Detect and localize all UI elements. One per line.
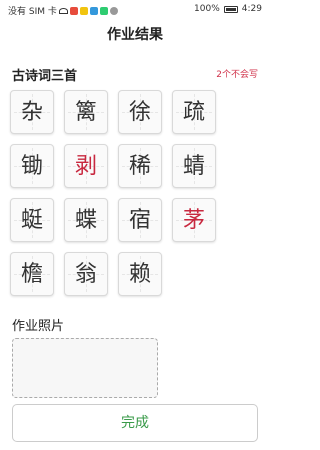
status-right: 100% 4:29 bbox=[194, 4, 262, 14]
character-cell-wrong[interactable]: 剥 bbox=[64, 144, 108, 188]
character-cell[interactable]: 稀 bbox=[118, 144, 162, 188]
character-cell[interactable]: 蜓 bbox=[10, 198, 54, 242]
app-icon bbox=[69, 6, 78, 15]
character-text: 篱 bbox=[74, 100, 97, 125]
time-text: 4:29 bbox=[241, 4, 262, 14]
character-cell[interactable]: 翁 bbox=[64, 252, 108, 296]
character-cell-wrong[interactable]: 茅 bbox=[172, 198, 216, 242]
character-cell[interactable]: 疏 bbox=[172, 90, 216, 134]
battery-text: 100% bbox=[194, 4, 220, 14]
carrier-text: 没有 SIM 卡 bbox=[8, 7, 57, 17]
character-text: 蝶 bbox=[74, 208, 97, 233]
character-cell[interactable]: 篱 bbox=[64, 90, 108, 134]
homework-photo[interactable] bbox=[12, 338, 158, 398]
character-text: 茅 bbox=[182, 208, 205, 233]
character-cell[interactable]: 蝶 bbox=[64, 198, 108, 242]
character-text: 徐 bbox=[128, 100, 151, 125]
wrong-count-note: 2个不会写 bbox=[216, 70, 258, 80]
app-icon bbox=[89, 6, 98, 15]
cloud-icon bbox=[109, 6, 118, 15]
status-bar: 没有 SIM 卡 100% 4:29 bbox=[0, 0, 270, 20]
character-text: 赖 bbox=[128, 262, 151, 287]
character-text: 锄 bbox=[20, 154, 43, 179]
character-text: 蜓 bbox=[20, 208, 43, 233]
wifi-icon bbox=[58, 7, 68, 14]
character-cell[interactable]: 徐 bbox=[118, 90, 162, 134]
poem-section-title: 古诗词三首 bbox=[12, 69, 78, 84]
character-text: 蜻 bbox=[182, 154, 205, 179]
app-icon bbox=[79, 6, 88, 15]
character-cell[interactable]: 锄 bbox=[10, 144, 54, 188]
photo-section-title: 作业照片 bbox=[12, 319, 65, 334]
character-cell[interactable]: 蜻 bbox=[172, 144, 216, 188]
character-text: 疏 bbox=[182, 100, 205, 125]
character-text: 宿 bbox=[128, 208, 151, 233]
page-title: 作业结果 bbox=[107, 27, 163, 43]
character-text: 稀 bbox=[128, 154, 151, 179]
character-text: 剥 bbox=[74, 154, 97, 179]
character-text: 翁 bbox=[74, 262, 97, 287]
status-left: 没有 SIM 卡 bbox=[8, 4, 118, 17]
character-cell[interactable]: 杂 bbox=[10, 90, 54, 134]
done-button[interactable]: 完成 bbox=[12, 404, 258, 442]
character-cell[interactable]: 宿 bbox=[118, 198, 162, 242]
character-text: 杂 bbox=[20, 100, 43, 125]
character-text: 檐 bbox=[20, 262, 43, 287]
app-icon bbox=[99, 6, 108, 15]
character-cell[interactable]: 赖 bbox=[118, 252, 162, 296]
character-cell[interactable]: 檐 bbox=[10, 252, 54, 296]
battery-icon bbox=[223, 5, 238, 13]
